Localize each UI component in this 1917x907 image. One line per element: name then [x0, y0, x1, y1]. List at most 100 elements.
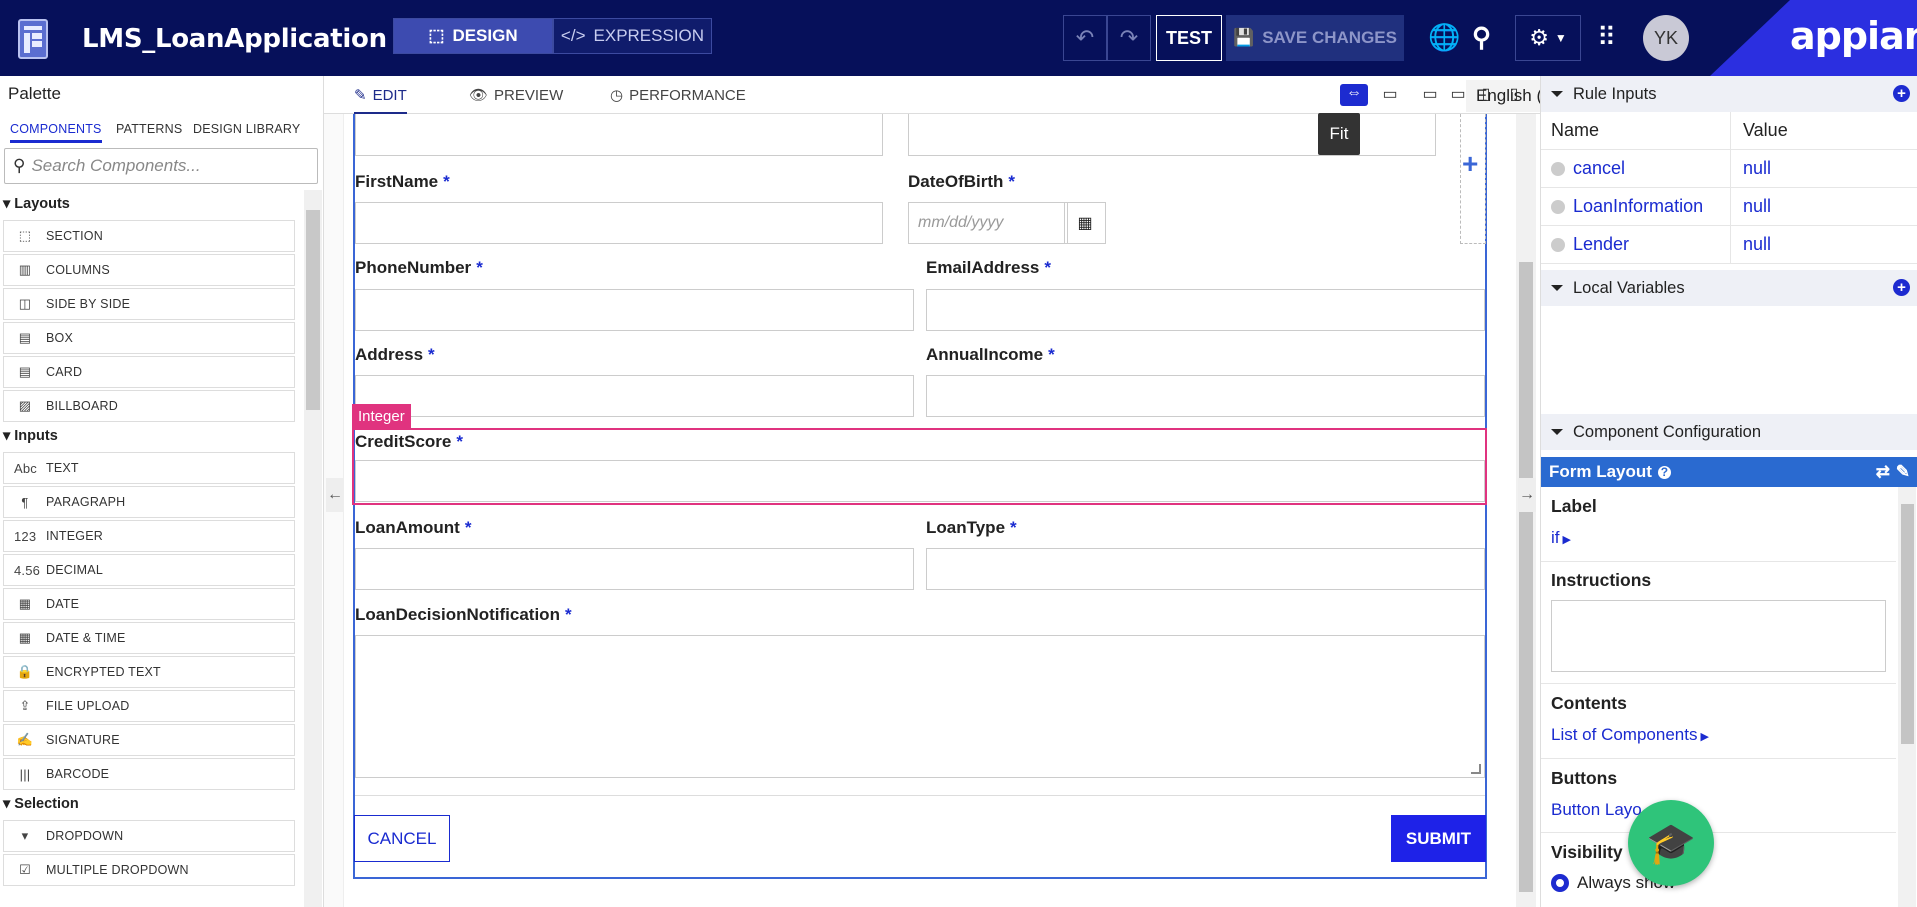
- palette-section-header[interactable]: ▾ Selection: [0, 790, 300, 818]
- visibility-title: Visibility: [1551, 842, 1623, 862]
- add-local-variable-icon[interactable]: +: [1893, 279, 1910, 296]
- rule-inputs-header[interactable]: Rule Inputs +: [1541, 76, 1917, 112]
- fit-width-icon[interactable]: ⇔: [1340, 84, 1368, 106]
- rule-input-value[interactable]: null: [1731, 234, 1771, 255]
- rule-input-name[interactable]: Lender: [1573, 234, 1629, 255]
- field-label-creditscore[interactable]: CreditScore *: [355, 432, 463, 452]
- add-column-icon[interactable]: +: [1462, 148, 1478, 180]
- rule-input-name[interactable]: cancel: [1573, 158, 1625, 179]
- label-expression-link[interactable]: if ▶: [1551, 528, 1571, 548]
- text-input[interactable]: [355, 114, 883, 156]
- contents-link[interactable]: List of Components ▶: [1551, 725, 1709, 745]
- calendar-icon[interactable]: ▦: [1064, 202, 1106, 244]
- cancel-button[interactable]: CANCEL: [354, 815, 450, 862]
- palette-item[interactable]: 4.56 DECIMAL: [3, 554, 295, 586]
- field-label-dateofbirth[interactable]: DateOfBirth *: [908, 172, 1015, 192]
- field-label-address[interactable]: Address *: [355, 345, 435, 365]
- loanamount-input[interactable]: [355, 548, 914, 590]
- palette-item[interactable]: ▨ BILLBOARD: [3, 390, 295, 422]
- palette-item[interactable]: ¶ PARAGRAPH: [3, 486, 295, 518]
- graduation-cap-icon[interactable]: 🎓: [1628, 800, 1714, 886]
- palette-item[interactable]: ▥ COLUMNS: [3, 254, 295, 286]
- palette-section-header[interactable]: ▾ Layouts: [0, 190, 300, 218]
- firstname-input[interactable]: [355, 202, 883, 244]
- tab-performance[interactable]: ◷ PERFORMANCE: [610, 86, 746, 105]
- column-header-name: Name: [1541, 112, 1731, 149]
- palette-item[interactable]: ☑ MULTIPLE DROPDOWN: [3, 854, 295, 886]
- add-rule-input-icon[interactable]: +: [1893, 85, 1910, 102]
- field-label-loandecision[interactable]: LoanDecisionNotification *: [355, 605, 572, 625]
- palette-item[interactable]: 🔒 ENCRYPTED TEXT: [3, 656, 295, 688]
- tab-patterns[interactable]: PATTERNS: [116, 122, 182, 136]
- palette-item[interactable]: ⬚ SECTION: [3, 220, 295, 252]
- buttons-link[interactable]: Button Layo: [1551, 800, 1642, 820]
- field-label-annualincome[interactable]: AnnualIncome *: [926, 345, 1055, 365]
- palette-item[interactable]: ▦ DATE & TIME: [3, 622, 295, 654]
- palette-item[interactable]: ◫ SIDE BY SIDE: [3, 288, 295, 320]
- search-icon[interactable]: ⚲: [1472, 22, 1491, 53]
- loantype-input[interactable]: [926, 548, 1485, 590]
- submit-button[interactable]: SUBMIT: [1391, 815, 1486, 862]
- edit-icon[interactable]: ✎: [1896, 462, 1910, 482]
- tab-preview[interactable]: 👁 PREVIEW: [469, 86, 563, 105]
- palette-item[interactable]: 123 INTEGER: [3, 520, 295, 552]
- undo-button[interactable]: ↶: [1063, 15, 1107, 61]
- expression-mode-button[interactable]: </> EXPRESSION: [553, 18, 712, 54]
- table-row[interactable]: cancel null: [1541, 150, 1917, 188]
- address-input[interactable]: [355, 375, 914, 417]
- palette-item[interactable]: ⇪ FILE UPLOAD: [3, 690, 295, 722]
- test-button[interactable]: TEST: [1156, 15, 1222, 61]
- collapse-right-panel-icon[interactable]: →: [1518, 478, 1536, 512]
- table-row[interactable]: LoanInformation null: [1541, 188, 1917, 226]
- monitor-icon[interactable]: ▭: [1416, 84, 1444, 106]
- annualincome-input[interactable]: [926, 375, 1485, 417]
- desktop-icon[interactable]: ▭: [1376, 84, 1404, 106]
- field-label-loanamount[interactable]: LoanAmount *: [355, 518, 471, 538]
- table-row[interactable]: Lender null: [1541, 226, 1917, 264]
- local-variables-header[interactable]: Local Variables +: [1541, 270, 1917, 306]
- search-components-input[interactable]: ⚲ Search Components...: [4, 148, 318, 184]
- tablet-landscape-icon[interactable]: ▭: [1444, 84, 1472, 106]
- emailaddress-input[interactable]: [926, 289, 1485, 331]
- creditscore-input[interactable]: [355, 460, 1485, 502]
- tab-design-library[interactable]: DESIGN LIBRARY: [193, 122, 300, 136]
- apps-grid-icon[interactable]: ⠿: [1597, 22, 1616, 53]
- rule-input-name[interactable]: LoanInformation: [1573, 196, 1703, 217]
- palette-item[interactable]: ▤ BOX: [3, 322, 295, 354]
- phone-icon[interactable]: ▯: [1500, 84, 1528, 106]
- tablet-portrait-icon[interactable]: ▯: [1472, 84, 1500, 106]
- rule-input-value[interactable]: null: [1731, 196, 1771, 217]
- palette-item[interactable]: ✍ SIGNATURE: [3, 724, 295, 756]
- loandecision-textarea[interactable]: [355, 635, 1485, 778]
- swap-icon[interactable]: ⇄: [1876, 462, 1890, 482]
- instructions-textarea[interactable]: [1551, 600, 1886, 672]
- palette-item[interactable]: Abc TEXT: [3, 452, 295, 484]
- canvas-scrollbar-thumb[interactable]: [1519, 262, 1533, 892]
- tab-components[interactable]: COMPONENTS: [10, 122, 102, 143]
- globe-icon[interactable]: 🌐: [1428, 22, 1460, 53]
- palette-item[interactable]: ▾ DROPDOWN: [3, 820, 295, 852]
- config-scrollbar-thumb[interactable]: [1901, 504, 1914, 744]
- field-label-firstname[interactable]: FirstName *: [355, 172, 450, 192]
- settings-menu-button[interactable]: ⚙ ▼: [1515, 15, 1581, 61]
- component-config-header[interactable]: Component Configuration: [1541, 414, 1917, 450]
- rule-input-value[interactable]: null: [1731, 158, 1771, 179]
- redo-button[interactable]: ↷: [1107, 15, 1151, 61]
- palette-section-header[interactable]: ▾ Inputs: [0, 422, 300, 450]
- phonenumber-input[interactable]: [355, 289, 914, 331]
- palette-scrollbar-thumb[interactable]: [306, 210, 320, 410]
- design-mode-button[interactable]: ⬚ DESIGN: [393, 18, 553, 54]
- collapse-palette-icon[interactable]: ←: [326, 478, 344, 512]
- save-changes-button[interactable]: 💾 SAVE CHANGES: [1226, 15, 1404, 61]
- field-label-phonenumber[interactable]: PhoneNumber *: [355, 258, 483, 278]
- avatar[interactable]: YK: [1643, 15, 1689, 61]
- help-icon[interactable]: ?: [1657, 465, 1671, 479]
- integer-icon: 123: [14, 528, 37, 544]
- palette-item[interactable]: ▤ CARD: [3, 356, 295, 388]
- field-label-emailaddress[interactable]: EmailAddress *: [926, 258, 1051, 278]
- tab-edit[interactable]: ✎ EDIT: [354, 86, 407, 115]
- palette-item-label: BARCODE: [46, 767, 110, 781]
- palette-item[interactable]: ||| BARCODE: [3, 758, 295, 790]
- field-label-loantype[interactable]: LoanType *: [926, 518, 1017, 538]
- palette-item[interactable]: ▦ DATE: [3, 588, 295, 620]
